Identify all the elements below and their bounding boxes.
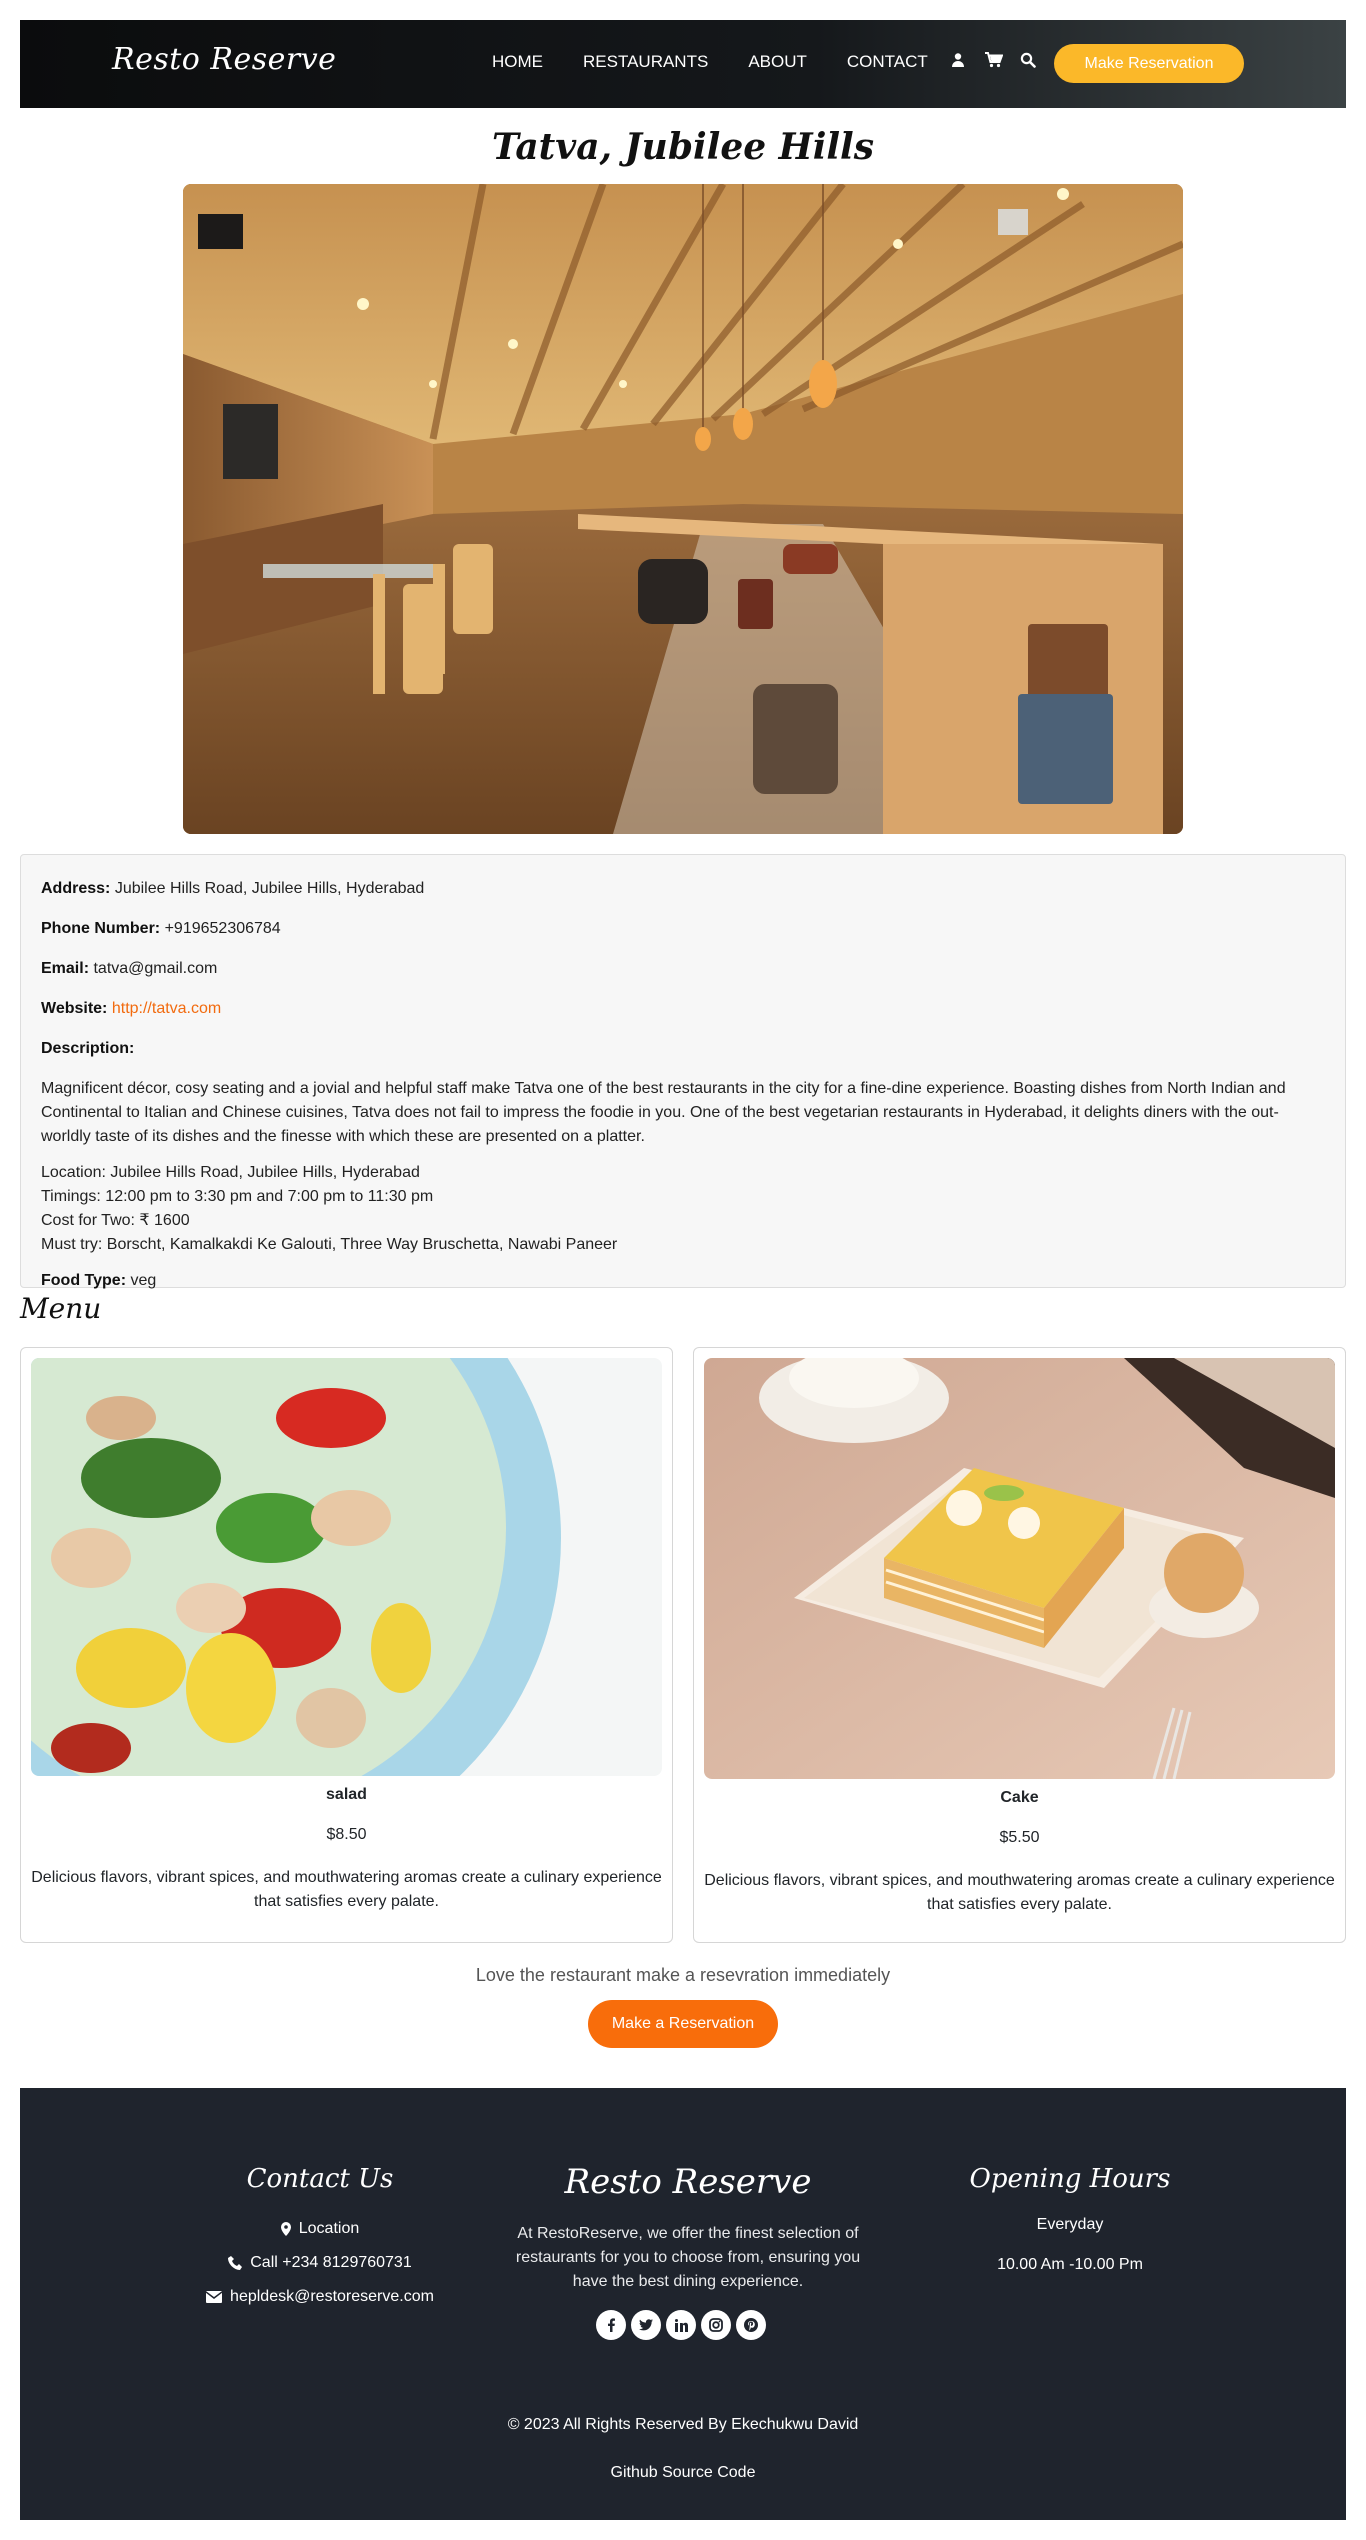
- description-text: Magnificent décor, cosy seating and a jo…: [41, 1080, 1286, 1145]
- food-type-label: Food Type:: [41, 1272, 127, 1289]
- navbar: Resto Reserve HOME RESTAURANTS ABOUT CON…: [20, 20, 1346, 108]
- brand-logo[interactable]: Resto Reserve: [112, 42, 336, 77]
- make-reservation-button[interactable]: Make Reservation: [1054, 44, 1244, 83]
- email-label: Email:: [41, 960, 90, 977]
- location-text: Location: [298, 2220, 360, 2237]
- menu-item-name: Cake: [1000, 1789, 1039, 1806]
- github-source-link[interactable]: Github Source Code: [20, 2464, 1346, 2482]
- phone-row: Phone Number: +919652306784: [41, 917, 1325, 941]
- linkedin-icon[interactable]: [666, 2310, 696, 2340]
- restaurant-title: Tatva, Jubilee Hills: [492, 126, 874, 168]
- email-row: Email: tatva@gmail.com: [41, 957, 1325, 981]
- phone-icon: [228, 2256, 243, 2270]
- user-icon[interactable]: [950, 52, 966, 68]
- instagram-icon[interactable]: [701, 2310, 731, 2340]
- phone-label: Phone Number:: [41, 920, 161, 937]
- contact-title: Contact Us: [246, 2164, 394, 2194]
- social-links: [596, 2310, 771, 2340]
- email-value: tatva@gmail.com: [93, 960, 218, 977]
- call-link[interactable]: Call +234 8129760731: [180, 2254, 460, 2272]
- footer: Contact Us Location Call +234 8129760731…: [20, 2088, 1346, 2520]
- food-type-row: Food Type: veg: [41, 1269, 1325, 1293]
- page: Resto Reserve HOME RESTAURANTS ABOUT CON…: [0, 0, 1366, 2540]
- description-label: Description:: [41, 1040, 135, 1057]
- search-icon[interactable]: [1020, 52, 1036, 68]
- menu-item-price: $8.50: [326, 1826, 367, 1843]
- nav-links: HOME RESTAURANTS ABOUT CONTACT: [492, 52, 968, 72]
- menu-item-price: $5.50: [999, 1829, 1040, 1846]
- address-label: Address:: [41, 880, 111, 897]
- menu-card-salad[interactable]: salad $8.50 Delicious flavors, vibrant s…: [20, 1347, 673, 1943]
- menu-item-name: salad: [326, 1786, 367, 1803]
- restaurant-photo: [183, 184, 1183, 834]
- phone-value: +919652306784: [164, 920, 281, 937]
- make-a-reservation-button[interactable]: Make a Reservation: [588, 2000, 778, 2048]
- food-type-value: veg: [130, 1272, 157, 1289]
- menu-item-description: Delicious flavors, vibrant spices, and m…: [704, 1872, 1335, 1913]
- nav-link-restaurants[interactable]: RESTAURANTS: [583, 52, 708, 72]
- opening-time: 10.00 Am -10.00 Pm: [997, 2256, 1143, 2273]
- menu-item-description: Delicious flavors, vibrant spices, and m…: [31, 1869, 662, 1910]
- facebook-icon[interactable]: [596, 2310, 626, 2340]
- address-value: Jubilee Hills Road, Jubilee Hills, Hyder…: [114, 880, 425, 897]
- cart-icon[interactable]: [985, 52, 1004, 68]
- footer-about: At RestoReserve, we offer the finest sel…: [515, 2225, 861, 2290]
- call-text: Call +234 8129760731: [250, 2254, 412, 2271]
- opening-hours-title: Opening Hours: [969, 2164, 1171, 2194]
- salad-photo: [31, 1358, 662, 1776]
- nav-link-about[interactable]: ABOUT: [748, 52, 807, 72]
- info-lines: Location: Jubilee Hills Road, Jubilee Hi…: [41, 1161, 1325, 1257]
- copyright: © 2023 All Rights Reserved By Ekechukwu …: [507, 2416, 859, 2433]
- footer-brand: Resto Reserve: [564, 2162, 812, 2202]
- website-row: Website: http://tatva.com: [41, 997, 1325, 1021]
- menu-card-cake[interactable]: Cake $5.50 Delicious flavors, vibrant sp…: [693, 1347, 1346, 1943]
- email-text: hepldesk@restoreserve.com: [230, 2288, 434, 2305]
- cta-text: Love the restaurant make a resevration i…: [475, 1965, 891, 1985]
- map-marker-icon: [280, 2222, 291, 2236]
- opening-days: Everyday: [1036, 2216, 1104, 2233]
- nav-link-home[interactable]: HOME: [492, 52, 543, 72]
- website-label: Website:: [41, 1000, 108, 1017]
- location-link[interactable]: Location: [180, 2220, 460, 2238]
- cost-line: Cost for Two: ₹ 1600: [41, 1212, 190, 1229]
- envelope-icon: [206, 2291, 223, 2303]
- nav-icons: [950, 52, 1055, 68]
- must-try-line: Must try: Borscht, Kamalkakdi Ke Galouti…: [41, 1236, 618, 1253]
- email-link[interactable]: hepldesk@restoreserve.com: [160, 2288, 480, 2306]
- twitter-icon[interactable]: [631, 2310, 661, 2340]
- pinterest-icon[interactable]: [736, 2310, 766, 2340]
- address-row: Address: Jubilee Hills Road, Jubilee Hil…: [41, 877, 1325, 901]
- timings-line: Timings: 12:00 pm to 3:30 pm and 7:00 pm…: [41, 1188, 434, 1205]
- nav-link-contact[interactable]: CONTACT: [847, 52, 928, 72]
- restaurant-details: Address: Jubilee Hills Road, Jubilee Hil…: [20, 854, 1346, 1289]
- menu-title: Menu: [20, 1292, 102, 1325]
- cake-photo: [704, 1358, 1335, 1779]
- website-link[interactable]: http://tatva.com: [112, 1000, 221, 1017]
- location-line: Location: Jubilee Hills Road, Jubilee Hi…: [41, 1164, 420, 1181]
- description-row: Description:: [41, 1037, 1325, 1061]
